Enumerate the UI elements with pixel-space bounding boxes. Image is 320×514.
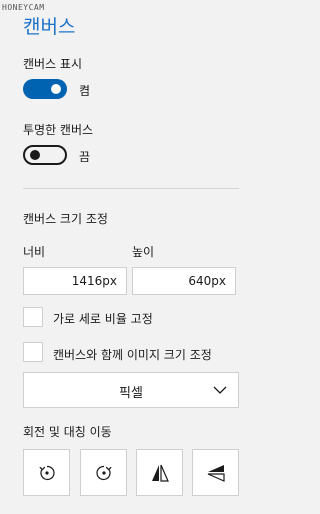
unit-dropdown-value: 픽셀: [119, 386, 143, 401]
chevron-down-icon: [213, 386, 227, 394]
flip-vertical-button[interactable]: [192, 449, 239, 496]
watermark: HONEYCAM: [2, 3, 45, 12]
resize-image-checkbox[interactable]: [23, 342, 43, 362]
toggle-knob: [51, 84, 61, 94]
rotate-right-button[interactable]: [80, 449, 127, 496]
flip-horizontal-icon: [152, 464, 169, 482]
rotate-left-button[interactable]: [23, 449, 70, 496]
transparent-canvas-label: 투명한 캔버스: [23, 123, 94, 137]
unit-dropdown[interactable]: 픽셀: [23, 372, 239, 408]
resize-section-title: 캔버스 크기 조정: [23, 212, 108, 226]
lock-aspect-checkbox[interactable]: [23, 307, 43, 327]
width-input[interactable]: 1416px: [23, 267, 127, 295]
height-input[interactable]: 640px: [132, 267, 236, 295]
show-canvas-toggle[interactable]: [23, 79, 67, 99]
divider: [23, 188, 239, 189]
show-canvas-state: 켬: [79, 84, 91, 98]
transparent-canvas-state: 끔: [79, 150, 91, 164]
resize-image-label: 캔버스와 함께 이미지 크기 조정: [53, 348, 212, 362]
toggle-knob: [30, 150, 40, 160]
rotate-right-icon: [96, 465, 112, 481]
flip-horizontal-button[interactable]: [136, 449, 183, 496]
lock-aspect-label: 가로 세로 비율 고정: [53, 312, 153, 326]
rotate-left-icon: [39, 465, 55, 481]
height-label: 높이: [132, 245, 155, 259]
flip-vertical-icon: [207, 465, 225, 482]
transparent-canvas-toggle[interactable]: [23, 145, 67, 165]
show-canvas-label: 캔버스 표시: [23, 57, 83, 71]
panel-title: 캔버스: [23, 16, 76, 38]
rotate-flip-section-title: 회전 및 대칭 이동: [23, 425, 112, 439]
width-label: 너비: [23, 245, 46, 259]
